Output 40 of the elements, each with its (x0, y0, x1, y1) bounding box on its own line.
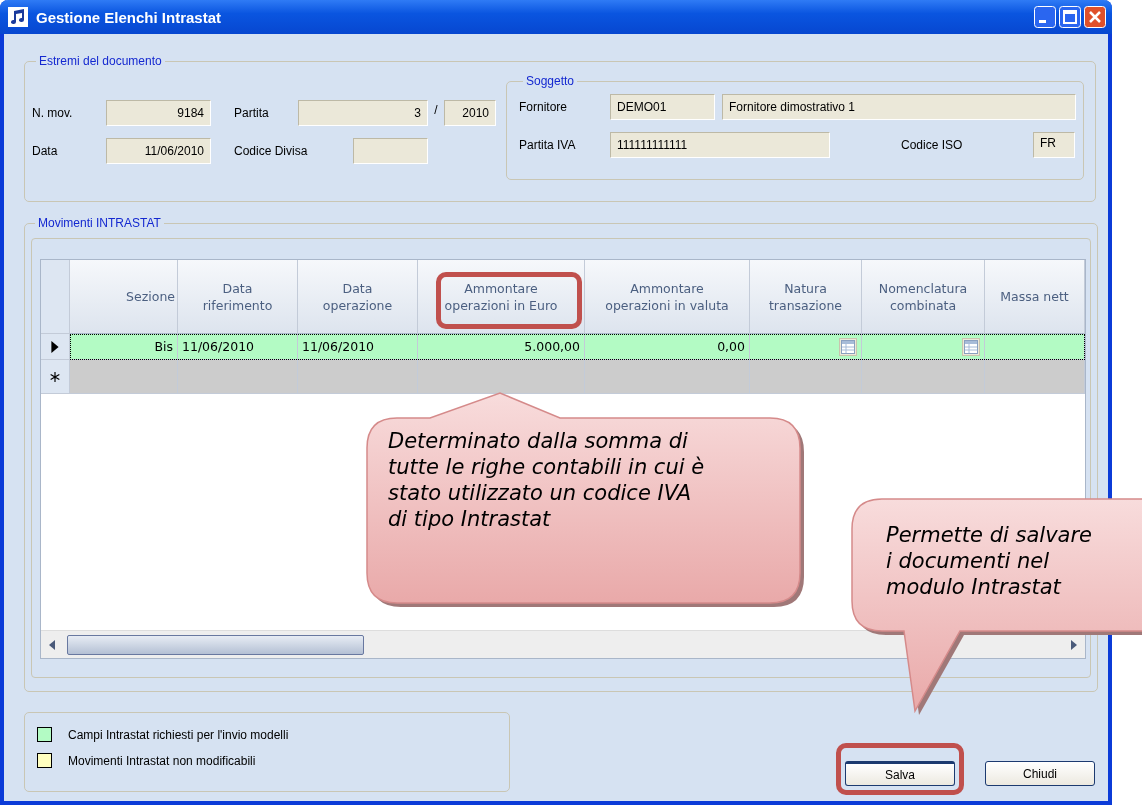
legend-label: Campi Intrastat richiesti per l'invio modelli (68, 727, 289, 742)
table-row[interactable]: Bis 11/06/2010 11/06/2010 5.000,00 0,00 (70, 334, 1085, 360)
field-label: Data (32, 144, 59, 158)
group-title: Soggetto (525, 74, 576, 88)
column-header[interactable]: Data operazione (298, 260, 418, 334)
column-header[interactable]: Sezione (70, 260, 178, 334)
supplier-name-field[interactable]: Fornitore dimostrativo 1 (722, 94, 1076, 120)
batch-number-field[interactable]: 3 (298, 100, 428, 126)
column-header[interactable]: Data riferimento (178, 260, 298, 334)
field-label: Partita (234, 106, 270, 120)
dialog-button[interactable]: Salva (845, 761, 955, 786)
dialog-button[interactable]: Chiudi (985, 761, 1095, 786)
legend-label: Movimenti Intrastat non modificabili (68, 753, 256, 768)
column-header[interactable]: Natura transazione (750, 260, 862, 334)
table-cell: Bis (154, 339, 173, 354)
batch-year-field[interactable]: 2010 (444, 100, 496, 126)
supplier-code-field[interactable]: DEMO01 (610, 94, 715, 120)
group-title: Estremi del documento (38, 54, 163, 68)
field-label: Fornitore (519, 100, 569, 114)
column-header[interactable]: Ammontare operazioni in Euro (418, 260, 585, 334)
field-label: Partita IVA (519, 138, 577, 152)
group-title: Movimenti INTRASTAT (37, 216, 162, 230)
column-header[interactable]: Nomenclatura combinata (862, 260, 985, 334)
field-label: Codice ISO (901, 138, 964, 152)
iso-code-field[interactable]: FR (1033, 132, 1075, 158)
table-cell: 0,00 (717, 339, 745, 354)
field-label: Codice Divisa (234, 144, 309, 158)
date-field[interactable]: 11/06/2010 (106, 138, 211, 164)
movement-number-field[interactable]: 9184 (106, 100, 211, 126)
separator-text: / (433, 103, 439, 117)
callout-text: Permette di salvare i documenti nel modulo Intrastat (886, 522, 1093, 600)
field-label: N. mov. (32, 106, 74, 120)
table-cell: 11/06/2010 (182, 339, 255, 354)
column-header[interactable]: Ammontare operazioni in valuta (585, 260, 750, 334)
vat-number-field[interactable]: 111111111111 (610, 132, 830, 158)
window-title: Gestione Elenchi Intrastat (36, 8, 222, 26)
callout-text: Determinato dalla somma di tutte le righe contabili in cui è stato utilizzato un codice IVA di tipo Intrastat (388, 428, 706, 532)
table-cell: 5.000,00 (524, 339, 580, 354)
column-header[interactable]: Massa nett (985, 260, 1085, 334)
table-cell: 11/06/2010 (302, 339, 375, 354)
